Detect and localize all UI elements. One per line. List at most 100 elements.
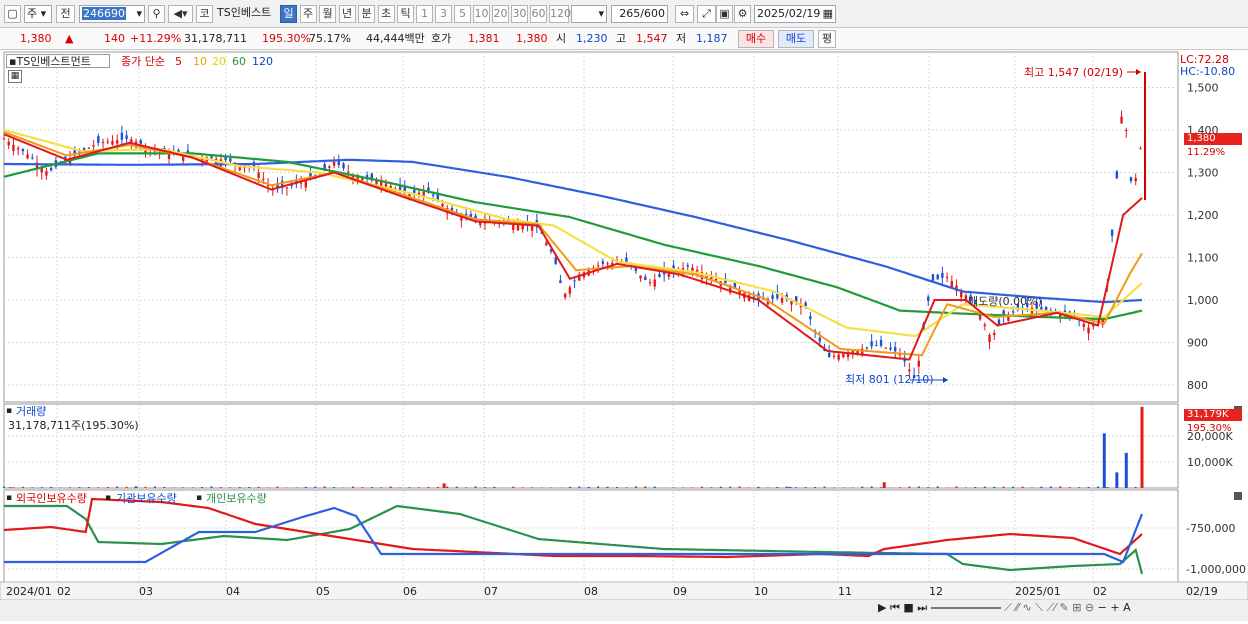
ma-label: 종가 단순: [121, 55, 165, 68]
volume-bar: [116, 487, 118, 488]
volume-bar: [107, 487, 109, 488]
volume-bar: [154, 487, 156, 488]
volume-bar: [201, 487, 203, 488]
volume-bar: [1022, 487, 1024, 488]
market-type-select[interactable]: 주 ▾: [24, 5, 52, 23]
candle-body: [988, 335, 990, 342]
interval-button-60[interactable]: 60: [530, 5, 547, 23]
x-axis-label: 11: [838, 585, 852, 598]
table-icon[interactable]: ▦: [8, 70, 22, 83]
stop-icon[interactable]: ■: [903, 601, 913, 614]
zoom-icon[interactable]: ⇔: [675, 5, 694, 23]
gear-icon[interactable]: ⚙: [734, 5, 751, 23]
volume-bar: [456, 487, 458, 488]
candle-body: [781, 298, 783, 303]
scroll-right-icon[interactable]: ▶: [878, 601, 886, 614]
volume-bar: [399, 487, 401, 488]
price-tick-label: 1,300: [1187, 167, 1219, 180]
price-panel-frame: [4, 52, 1178, 402]
candle-body: [606, 263, 608, 264]
volume-bar: [795, 487, 797, 488]
candle-body: [1125, 130, 1127, 131]
period-button-2[interactable]: 월: [319, 5, 336, 23]
inst-marker-icon: ▪: [105, 492, 111, 505]
volume-bar: [974, 487, 976, 488]
volume-bar: [173, 487, 175, 488]
period-button-1[interactable]: 주: [300, 5, 317, 23]
candle-body: [1087, 328, 1089, 334]
chart-area[interactable]: 8009001,0001,1001,2001,3001,4001,50010,0…: [0, 50, 1248, 621]
volume-spike-bar: [9, 487, 12, 488]
draw-icon[interactable]: ⤢: [697, 5, 716, 23]
font-size-icon[interactable]: A: [1123, 601, 1131, 614]
volume-bar: [927, 487, 929, 488]
volume-bar: [182, 487, 184, 488]
tool-icons[interactable]: ⟋ ⁄⁄ ∿ ⟍ ⟋⁄ ✎ ⊞ ⊖: [1004, 601, 1094, 614]
search-icon[interactable]: ⚲: [148, 5, 165, 23]
interval-button-10[interactable]: 10: [473, 5, 490, 23]
stock-code-input[interactable]: 246690 ▾: [79, 5, 145, 23]
eval-button[interactable]: 평: [818, 30, 836, 48]
volume-bar: [691, 487, 693, 488]
interval-button-5[interactable]: 5: [454, 5, 471, 23]
period-button-6[interactable]: 틱: [397, 5, 414, 23]
calendar-icon[interactable]: ▦: [823, 6, 833, 22]
interval-button-1[interactable]: 1: [416, 5, 433, 23]
candle-body: [1012, 311, 1014, 312]
rate-value: 75.17%: [309, 31, 351, 47]
interval-button-20[interactable]: 20: [492, 5, 509, 23]
x-axis-label: 06: [403, 585, 417, 598]
period-button-3[interactable]: 년: [339, 5, 356, 23]
candle-body: [828, 353, 830, 357]
scroll-first-icon[interactable]: ⏮: [890, 601, 900, 614]
candle-body: [12, 145, 14, 151]
volume-bar: [861, 487, 863, 488]
candle-body: [333, 162, 335, 166]
volume-bar: [701, 487, 703, 488]
code-dropdown-icon[interactable]: ▾: [136, 6, 142, 22]
volume-bar: [409, 487, 411, 488]
interval-button-30[interactable]: 30: [511, 5, 528, 23]
sell-button[interactable]: 매도: [778, 30, 814, 48]
volume-spike-bar: [1141, 407, 1144, 488]
prev-button[interactable]: 전: [56, 5, 75, 23]
window-icon[interactable]: ▢: [4, 5, 21, 23]
scrollbar-track[interactable]: [931, 607, 1001, 609]
volume-bar: [465, 487, 467, 488]
high-value: 1,547: [636, 31, 668, 47]
candle-body: [347, 171, 349, 172]
candle-body: [125, 135, 127, 139]
speaker-icon[interactable]: ◀▾: [168, 5, 193, 23]
zoom-in-icon[interactable]: +: [1110, 601, 1119, 614]
interval-select[interactable]: ▾: [571, 5, 607, 23]
candle-body: [908, 370, 910, 371]
open-label: 시: [556, 31, 566, 47]
candle-body: [300, 183, 302, 184]
volume-bar: [767, 487, 769, 488]
save-icon[interactable]: ▣: [716, 5, 733, 23]
ma-period-5: 5: [175, 55, 182, 68]
price-tick-label: 1,200: [1187, 209, 1219, 222]
volume-bar: [1012, 487, 1014, 488]
period-button-0[interactable]: 일: [280, 5, 297, 23]
interval-button-120[interactable]: 120: [549, 5, 569, 23]
count-input[interactable]: 265/600: [611, 5, 668, 23]
volume-bar: [475, 486, 477, 488]
volume-bar: [550, 487, 552, 488]
zoom-out-icon[interactable]: −: [1098, 601, 1107, 614]
candle-body: [1116, 171, 1118, 178]
candle-body: [819, 338, 821, 342]
period-button-4[interactable]: 분: [358, 5, 375, 23]
market-prefix[interactable]: 코: [196, 5, 213, 23]
candle-body: [946, 277, 948, 278]
candle-body: [328, 166, 330, 168]
buy-button[interactable]: 매수: [738, 30, 774, 48]
interval-dropdown-icon[interactable]: ▾: [598, 6, 604, 22]
stock-label-box[interactable]: ▪TS인베스트먼트: [6, 54, 110, 68]
period-button-5[interactable]: 초: [378, 5, 395, 23]
scroll-last-icon[interactable]: ⏭: [917, 601, 927, 614]
candle-body: [573, 280, 575, 281]
interval-button-3[interactable]: 3: [435, 5, 452, 23]
date-input[interactable]: 2025/02/19 ▦: [754, 5, 836, 23]
volume-bar: [1097, 487, 1099, 488]
